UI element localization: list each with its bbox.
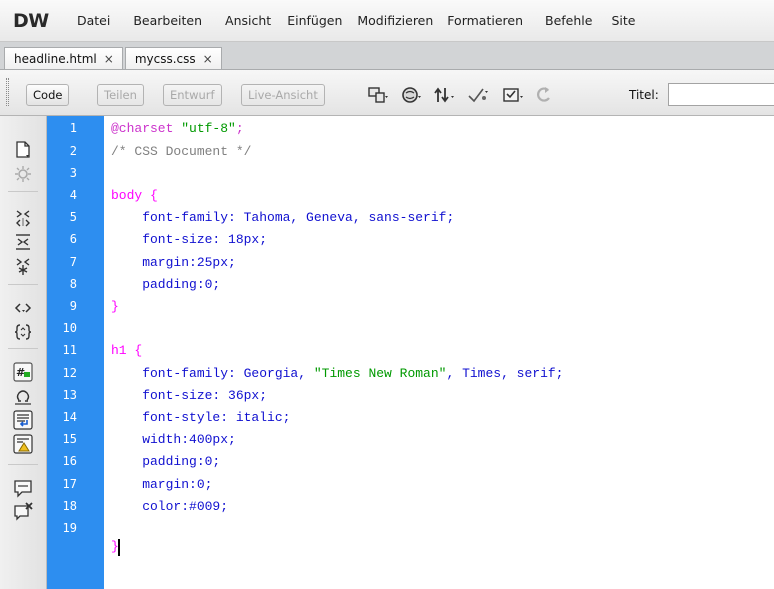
line-number: 9 (69, 299, 77, 313)
line-number: 4 (69, 188, 77, 202)
document-tab-bar: headline.html × mycss.css × (0, 42, 774, 70)
expand-all-icon[interactable] (13, 256, 33, 276)
app-logo: DW (13, 9, 49, 32)
select-parent-tag-icon[interactable] (13, 298, 33, 318)
menu-formatieren[interactable]: Formatieren (447, 13, 523, 28)
menu-modifizieren[interactable]: Modifizieren (357, 13, 433, 28)
line-number: 8 (69, 277, 77, 291)
menu-bearbeiten[interactable]: Bearbeiten (133, 13, 202, 28)
browser-preview-icon[interactable] (400, 84, 422, 106)
code-line: margin:25px; (111, 255, 236, 270)
code-line: font-size: 36px; (111, 388, 268, 403)
code-line: padding:0; (111, 277, 221, 292)
code-view-button[interactable]: Code (26, 84, 70, 106)
design-view-button[interactable]: Entwurf (163, 84, 222, 106)
code-line: } (111, 299, 119, 314)
line-number: 10 (62, 321, 77, 335)
line-number: 2 (69, 144, 77, 158)
line-number: 12 (62, 366, 77, 380)
code-line: margin:0; (111, 477, 213, 492)
remove-comment-icon[interactable] (13, 502, 33, 522)
title-input[interactable] (668, 83, 774, 106)
validate-icon[interactable] (467, 84, 489, 106)
line-number: 6 (69, 232, 77, 246)
multiscreen-icon[interactable] (366, 84, 388, 106)
line-number: 3 (69, 166, 77, 180)
info-bar-icon[interactable] (13, 434, 33, 454)
syntax-coloring-icon[interactable] (13, 386, 33, 406)
code-line: font-family: Tahoma, Geneva, sans-serif; (111, 210, 455, 225)
close-icon[interactable]: × (203, 52, 213, 66)
code-line: padding:0; (111, 454, 221, 469)
code-line: font-style: italic; (111, 410, 291, 425)
line-number: 11 (62, 343, 77, 357)
refresh-icon[interactable] (533, 84, 555, 106)
code-line: color:#009; (111, 499, 229, 514)
tab-headline-html[interactable]: headline.html × (4, 47, 123, 69)
line-number: 15 (62, 432, 77, 446)
code-line: @charset "utf-8"; (111, 121, 244, 136)
file-management-icon[interactable] (433, 84, 455, 106)
menu-ansicht[interactable]: Ansicht (225, 13, 271, 28)
line-number: 17 (62, 477, 77, 491)
menu-befehle[interactable]: Befehle (545, 13, 592, 28)
toolbar-grip[interactable] (6, 78, 9, 106)
code-line: /* CSS Document */ (111, 144, 252, 159)
code-line: h1 { (111, 343, 143, 358)
menu-bar: DW Datei Bearbeiten Ansicht Einfügen Mod… (0, 0, 774, 42)
tab-label: mycss.css (134, 51, 196, 66)
line-number: 16 (62, 454, 77, 468)
line-number: 19 (62, 521, 77, 535)
menu-einfuegen[interactable]: Einfügen (287, 13, 342, 28)
collapse-selection-icon[interactable] (13, 232, 33, 252)
title-label: Titel: (629, 88, 659, 102)
line-numbers-icon[interactable]: # (13, 362, 33, 382)
line-number: 18 (62, 499, 77, 513)
line-number: 7 (69, 255, 77, 269)
close-icon[interactable]: × (104, 52, 114, 66)
code-editor[interactable] (104, 116, 774, 589)
collapse-full-tag-icon[interactable] (13, 208, 33, 228)
check-browser-icon[interactable] (502, 84, 524, 106)
balance-braces-icon[interactable] (13, 322, 33, 342)
open-documents-icon[interactable] (13, 140, 33, 160)
tab-mycss-css[interactable]: mycss.css × (124, 47, 222, 69)
live-view-button[interactable]: Live-Ansicht (241, 84, 325, 106)
line-number: 1 (69, 121, 77, 135)
word-wrap-icon[interactable] (13, 410, 33, 430)
menu-site[interactable]: Site (611, 13, 635, 28)
line-number: 13 (62, 388, 77, 402)
document-toolbar: Code Teilen Entwurf Live-Ansicht Titel: (0, 70, 774, 116)
toolbar-divider (8, 191, 38, 192)
coding-toolbar: # (0, 116, 47, 589)
text-cursor (118, 539, 120, 556)
toolbar-divider (8, 464, 38, 465)
code-line: body { (111, 188, 158, 203)
svg-text:#: # (16, 366, 25, 379)
highlight-invalid-icon[interactable] (13, 164, 33, 184)
toolbar-divider (8, 348, 38, 349)
menu-datei[interactable]: Datei (77, 13, 110, 28)
apply-comment-icon[interactable] (13, 478, 33, 498)
split-view-button[interactable]: Teilen (97, 84, 144, 106)
code-line: width:400px; (111, 432, 236, 447)
code-line: font-size: 18px; (111, 232, 268, 247)
line-number: 14 (62, 410, 77, 424)
line-number: 5 (69, 210, 77, 224)
toolbar-divider (8, 284, 38, 285)
tab-label: headline.html (14, 51, 97, 66)
code-line: font-family: Georgia, "Times New Roman",… (111, 366, 564, 381)
